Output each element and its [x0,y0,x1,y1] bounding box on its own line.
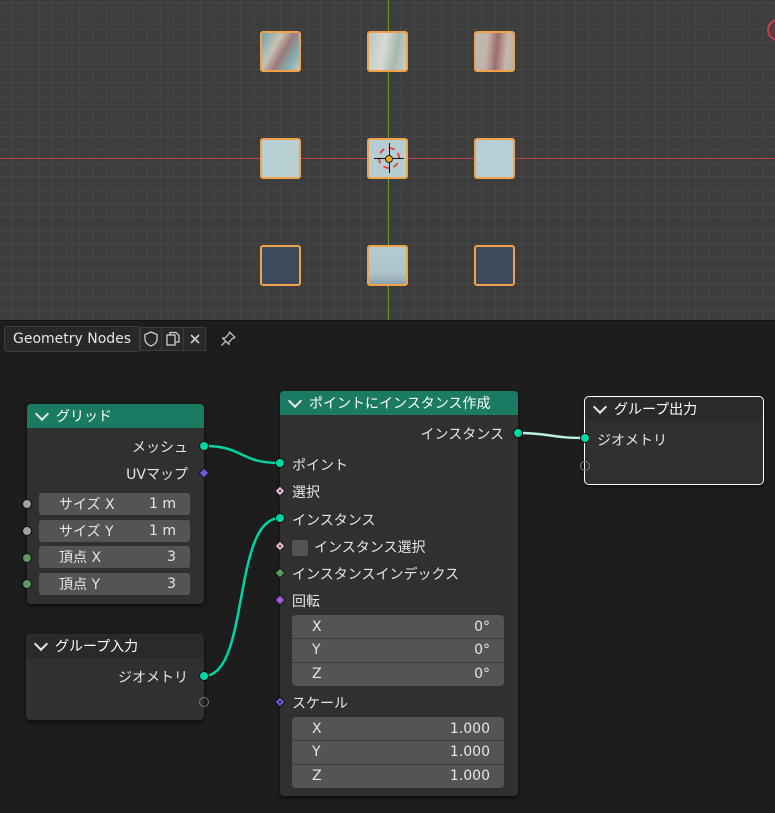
node-editor[interactable]: Geometry Nodes グリッド メッシュ UVマップ サイズ X 1 m [0,320,775,813]
viewport-3d[interactable] [0,0,775,320]
instances-output-socket[interactable] [513,428,523,438]
instance-cube[interactable] [474,31,515,72]
gizmo-x-icon[interactable] [767,19,775,41]
group-input-title: グループ入力 [55,639,139,655]
rotation-x-field[interactable]: X 0° [292,615,504,638]
instance-cube[interactable] [474,138,515,179]
instance-cube[interactable] [367,245,408,286]
rotation-vector-group: X 0° Y 0° Z 0° [292,615,504,686]
group-output-node[interactable]: グループ出力 ジオメトリ [584,396,764,485]
instances-output-label: インスタンス [420,427,504,443]
rotation-z-field[interactable]: Z 0° [292,662,504,685]
scale-x-field[interactable]: X 1.000 [292,717,504,740]
group-input-node[interactable]: グループ入力 ジオメトリ [26,634,204,720]
group-input-geometry-socket[interactable] [199,671,209,681]
vertices-y-field[interactable]: 頂点 Y 3 [39,573,190,595]
instance-cube[interactable] [260,245,301,286]
scale-label: スケール [292,696,348,712]
link-groupinput-to-instance [203,516,281,678]
group-input-empty-socket[interactable] [199,697,209,707]
instance-on-points-node[interactable]: ポイントにインスタンス作成 インスタンス ポイント 選択 インスタンス インスタ… [280,391,518,796]
scale-vector-group: X 1.000 Y 1.000 Z 1.000 [292,717,504,788]
instance-cube[interactable] [474,245,515,286]
scale-y-field[interactable]: Y 1.000 [292,740,504,763]
chevron-down-icon[interactable] [592,399,608,415]
selection-input-label: 選択 [292,485,320,501]
pick-instance-label: インスタンス選択 [314,540,426,556]
instance-input-socket[interactable] [275,513,285,523]
instance-on-points-title: ポイントにインスタンス作成 [309,396,491,412]
mesh-output-label: メッシュ [132,440,188,456]
grid-node-header[interactable]: グリッド [27,404,204,428]
chevron-down-icon[interactable] [34,406,50,422]
mesh-output-socket[interactable] [199,441,209,451]
link-instances-to-output [517,431,586,440]
geometry-output-label: ジオメトリ [118,670,188,686]
pick-instance-checkbox[interactable] [292,540,308,556]
group-output-title: グループ出力 [614,402,698,418]
instance-index-label: インスタンスインデックス [292,567,460,583]
geometry-input-label: ジオメトリ [597,433,667,449]
instance-cube[interactable] [367,31,408,72]
size-y-socket[interactable] [22,526,32,536]
grid-node[interactable]: グリッド メッシュ UVマップ サイズ X 1 m サイズ Y 1 m 頂点 X… [27,404,204,604]
uvmap-output-label: UVマップ [126,467,188,483]
group-input-header[interactable]: グループ入力 [26,634,204,658]
rotation-y-field[interactable]: Y 0° [292,638,504,661]
instance-cube[interactable] [260,138,301,179]
points-input-label: ポイント [292,458,348,474]
points-input-socket[interactable] [275,458,285,468]
instance-on-points-header[interactable]: ポイントにインスタンス作成 [280,391,518,415]
size-x-field[interactable]: サイズ X 1 m [39,493,190,515]
group-output-empty-socket[interactable] [580,461,590,471]
group-output-header[interactable]: グループ出力 [585,397,763,421]
object-origin-icon [385,155,393,163]
size-x-socket[interactable] [22,499,32,509]
link-grid-to-points [203,444,281,465]
instance-input-label: インスタンス [292,513,376,529]
instance-cube[interactable] [260,31,301,72]
chevron-down-icon[interactable] [33,636,49,652]
group-output-geometry-socket[interactable] [580,433,590,443]
pick-instance-row[interactable]: インスタンス選択 [292,537,425,557]
chevron-down-icon[interactable] [287,393,303,409]
rotation-label: 回転 [292,594,320,610]
grid-node-title: グリッド [56,409,112,425]
scale-z-field[interactable]: Z 1.000 [292,764,504,787]
size-y-field[interactable]: サイズ Y 1 m [39,520,190,542]
vertices-x-field[interactable]: 頂点 X 3 [39,546,190,568]
vertices-x-socket[interactable] [22,553,32,563]
vertices-y-socket[interactable] [22,579,32,589]
